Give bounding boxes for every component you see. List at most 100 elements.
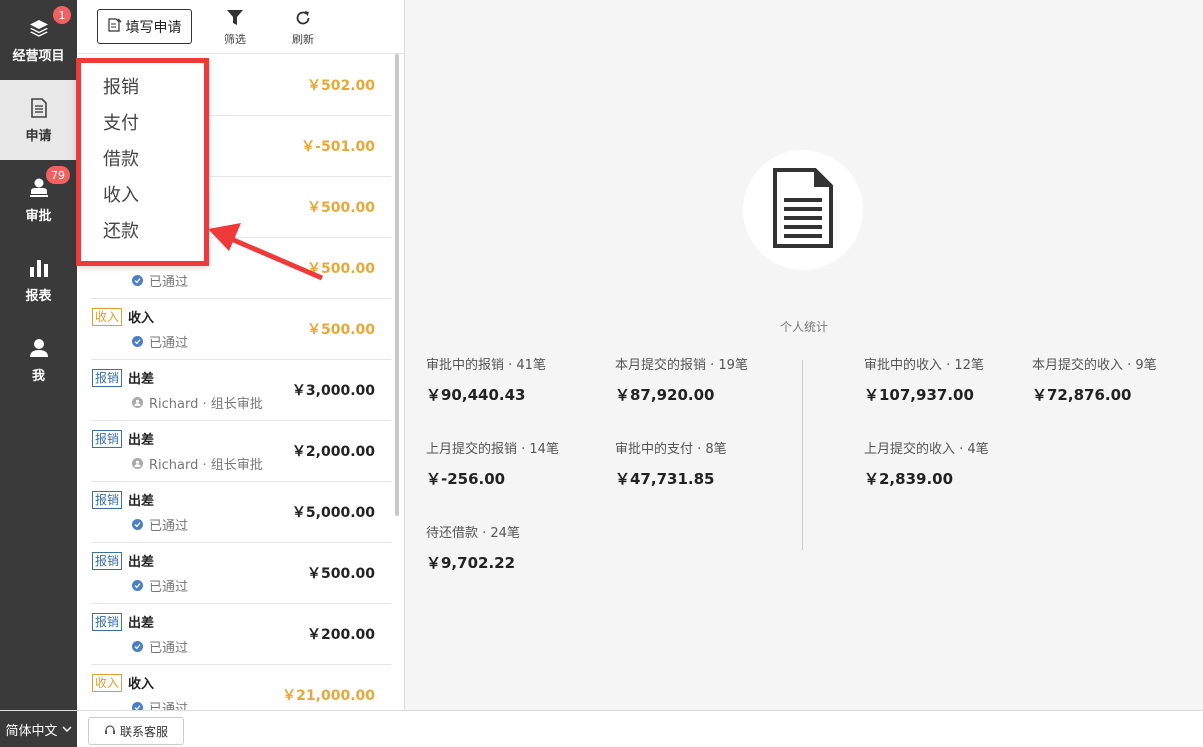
document-placeholder: [743, 150, 863, 270]
stat-last-month-reimburse: 上月提交的报销 · 14笔 ￥-256.00: [426, 438, 559, 489]
stat-label: 上月提交的报销 · 14笔: [426, 442, 559, 457]
stat-value: ￥107,937.00: [864, 386, 974, 404]
item-amount: ￥-501.00: [301, 139, 375, 155]
item-amount: ￥21,000.00: [282, 688, 375, 704]
item-status: Richard · 组长审批: [132, 393, 263, 412]
item-amount: ￥2,000.00: [291, 444, 375, 460]
sidebar-item-projects[interactable]: 经营项目 1: [0, 0, 77, 80]
refresh-label: 刷新: [292, 33, 314, 46]
item-title: 出差: [128, 494, 155, 509]
stat-label: 审批中的收入 · 12笔: [864, 358, 984, 373]
sidebar-item-reports[interactable]: 报表: [0, 240, 77, 320]
sidebar-item-apply[interactable]: 申请: [0, 80, 77, 160]
stat-value: ￥87,920.00: [615, 386, 715, 404]
item-title: 出差: [128, 433, 155, 448]
check-icon: [132, 580, 143, 591]
menu-item-income[interactable]: 收入: [103, 181, 139, 207]
item-amount: ￥3,000.00: [291, 383, 375, 399]
status-text: 已通过: [149, 702, 189, 710]
stat-label: 上月提交的收入 · 4笔: [864, 442, 989, 457]
filter-label: 筛选: [224, 33, 246, 46]
status-text: 已通过: [149, 275, 189, 290]
language-label: 简体中文: [5, 724, 58, 739]
menu-item-payment[interactable]: 支付: [103, 109, 139, 135]
list-toolbar: 填写申请 筛选 刷新: [77, 0, 404, 54]
fill-application-button[interactable]: 填写申请: [97, 9, 192, 44]
sidebar-item-label: 经营项目: [12, 48, 65, 64]
list-item[interactable]: 报销 出差 已通过 ￥200.00: [91, 604, 391, 665]
sidebar-item-label: 报表: [25, 288, 52, 304]
item-title: 出差: [128, 616, 155, 631]
item-amount: ￥500.00: [306, 566, 375, 582]
status-text: 已通过: [149, 519, 189, 534]
document-icon: [773, 168, 833, 252]
stat-value: ￥9,702.22: [426, 554, 516, 572]
list-item[interactable]: 报销 出差 Richard · 组长审批 ￥2,000.00: [91, 421, 391, 482]
stat-outstanding-loan: 待还借款 · 24笔 ￥9,702.22: [426, 522, 520, 573]
chevron-down-icon: [61, 722, 72, 737]
filter-icon: [227, 10, 243, 31]
refresh-button[interactable]: 刷新: [283, 10, 323, 47]
item-status: 已通过: [132, 576, 188, 595]
item-status: 已通过: [132, 271, 188, 290]
user-icon: [28, 337, 50, 359]
item-amount: ￥502.00: [306, 78, 375, 94]
refresh-icon: [295, 10, 311, 31]
contact-support-label: 联系客服: [119, 724, 168, 739]
list-item[interactable]: 收入 收入 已通过 ￥500.00: [91, 299, 391, 360]
stat-value: ￥90,440.43: [426, 386, 526, 404]
user-avatar-icon: [132, 397, 143, 408]
menu-item-loan[interactable]: 借款: [103, 145, 139, 171]
stat-value: ￥47,731.85: [615, 470, 715, 488]
sidebar-item-label: 我: [31, 368, 45, 384]
menu-item-reimburse[interactable]: 报销: [103, 73, 139, 99]
edit-document-icon: [107, 18, 122, 35]
sidebar-item-label: 审批: [25, 208, 52, 224]
stats-title: 个人统计: [779, 320, 828, 334]
list-item[interactable]: 报销 出差已通过 ￥5,000.00: [91, 482, 391, 543]
stats-divider: [802, 360, 803, 550]
item-title: 出差: [128, 372, 155, 387]
type-tag: 收入: [92, 674, 123, 692]
stat-pending-income: 审批中的收入 · 12笔 ￥107,937.00: [864, 354, 984, 405]
list-item[interactable]: 报销 出差已通过 ￥500.00: [91, 543, 391, 604]
type-tag: 报销: [92, 491, 123, 509]
stat-last-month-income: 上月提交的收入 · 4笔 ￥2,839.00: [864, 438, 989, 489]
list-item[interactable]: 收入 收入 已通过 ￥21,000.00: [91, 665, 391, 710]
document-icon: [28, 97, 50, 119]
list-item[interactable]: 报销 出差 Richard · 组长审批 ￥3,000.00: [91, 360, 391, 421]
sidebar-item-approval[interactable]: 审批 79: [0, 160, 77, 240]
type-tag: 报销: [92, 613, 123, 631]
headset-icon: [104, 724, 116, 739]
item-status: Richard · 组长审批: [132, 454, 263, 473]
stat-label: 本月提交的收入 · 9笔: [1032, 358, 1157, 373]
fill-application-label: 填写申请: [125, 18, 182, 35]
stat-pending-payment: 审批中的支付 · 8笔 ￥47,731.85: [615, 438, 727, 489]
application-type-menu: 报销 支付 借款 收入 还款: [76, 58, 209, 266]
type-tag: 报销: [92, 552, 123, 570]
sidebar-item-me[interactable]: 我: [0, 320, 77, 400]
menu-item-repayment[interactable]: 还款: [103, 217, 139, 243]
stat-month-reimburse: 本月提交的报销 · 19笔 ￥87,920.00: [615, 354, 748, 405]
item-amount: ￥500.00: [306, 200, 375, 216]
filter-button[interactable]: 筛选: [215, 10, 255, 47]
item-amount: ￥5,000.00: [291, 505, 375, 521]
item-status: 已通过: [132, 332, 188, 351]
type-tag: 收入: [92, 308, 123, 326]
contact-support-button[interactable]: 联系客服: [88, 717, 184, 745]
language-selector[interactable]: 简体中文: [0, 711, 77, 747]
stat-value: ￥2,839.00: [864, 470, 954, 488]
stat-pending-reimburse: 审批中的报销 · 41笔 ￥90,440.43: [426, 354, 546, 405]
layers-icon: [28, 17, 50, 39]
item-title: 收入: [128, 311, 155, 326]
status-text: 已通过: [149, 641, 189, 656]
item-status: 已通过: [132, 637, 188, 656]
list-scrollbar[interactable]: [395, 54, 399, 516]
status-text: 已通过: [149, 580, 189, 595]
stat-label: 待还借款 · 24笔: [426, 526, 520, 541]
sidebar: 经营项目 1 申请 审批 79 报表 我: [0, 0, 77, 710]
check-icon: [132, 641, 143, 652]
item-title: 出差: [128, 555, 155, 570]
bottom-bar: 简体中文 联系客服: [0, 710, 1203, 747]
check-icon: [132, 275, 143, 286]
